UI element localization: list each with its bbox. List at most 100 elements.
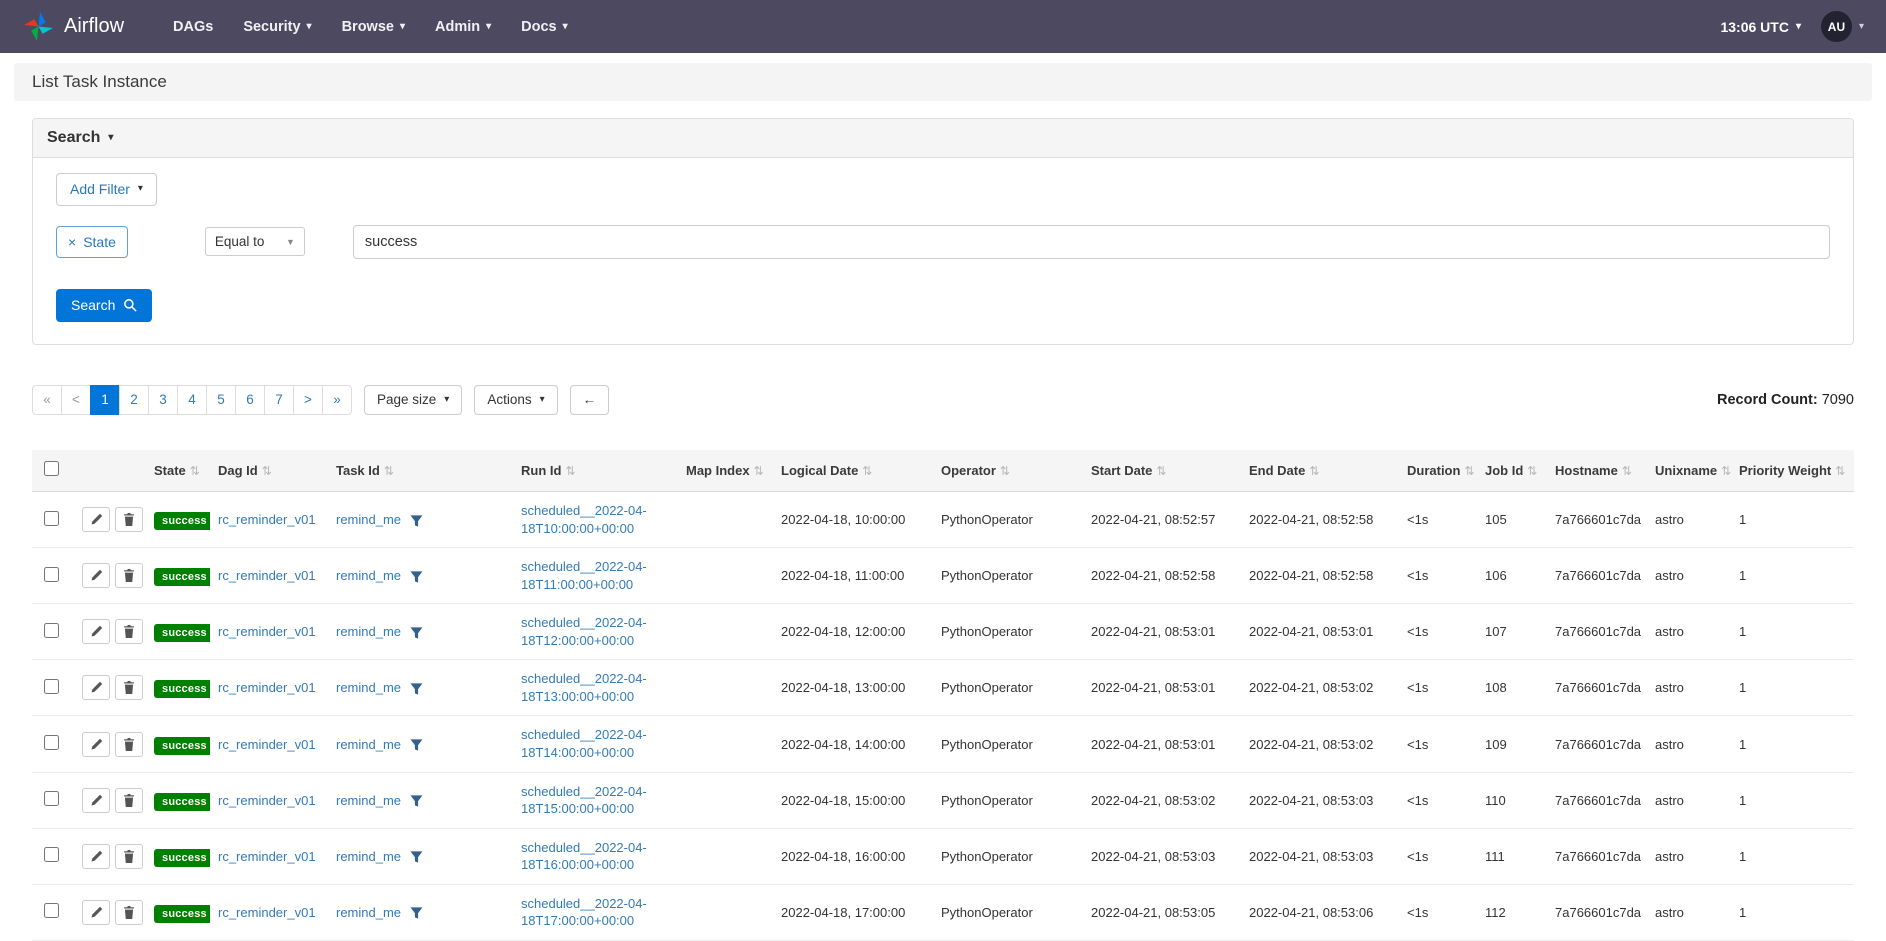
page-size-button[interactable]: Page size ▾ [364, 385, 462, 415]
task-id-link[interactable]: remind_me [336, 680, 401, 695]
edit-button[interactable] [82, 788, 110, 813]
column-header-end-date[interactable]: End Date⇅ [1241, 450, 1399, 492]
run-id-link[interactable]: scheduled__2022-04-18T13:00:00+00:00 [521, 671, 647, 704]
pagination-page-7[interactable]: 7 [264, 385, 294, 415]
navbar-item-browse[interactable]: Browse▾ [327, 19, 420, 35]
dag-id-link[interactable]: rc_reminder_v01 [218, 512, 316, 527]
filter-icon[interactable] [410, 515, 423, 527]
back-button[interactable]: ← [570, 385, 610, 415]
row-checkbox[interactable] [44, 847, 59, 862]
edit-button[interactable] [82, 844, 110, 869]
column-header-run-id[interactable]: Run Id⇅ [513, 450, 678, 492]
column-header-job-id[interactable]: Job Id⇅ [1477, 450, 1547, 492]
run-id-link[interactable]: scheduled__2022-04-18T15:00:00+00:00 [521, 784, 647, 817]
filter-icon[interactable] [410, 683, 423, 695]
column-header-task-id[interactable]: Task Id⇅ [328, 450, 513, 492]
filter-icon[interactable] [410, 907, 423, 919]
column-header-duration[interactable]: Duration⇅ [1399, 450, 1477, 492]
pagination-last[interactable]: » [322, 385, 352, 415]
edit-button[interactable] [82, 675, 110, 700]
pagination-page-3[interactable]: 3 [148, 385, 178, 415]
row-checkbox[interactable] [44, 511, 59, 526]
column-header-hostname[interactable]: Hostname⇅ [1547, 450, 1647, 492]
navbar-item-security[interactable]: Security▾ [228, 19, 326, 35]
run-id-link[interactable]: scheduled__2022-04-18T14:00:00+00:00 [521, 727, 647, 760]
delete-button[interactable] [115, 675, 143, 700]
delete-button[interactable] [115, 507, 143, 532]
task-id-link[interactable]: remind_me [336, 737, 401, 752]
dag-id-link[interactable]: rc_reminder_v01 [218, 568, 316, 583]
row-checkbox[interactable] [44, 679, 59, 694]
edit-button[interactable] [82, 507, 110, 532]
row-checkbox[interactable] [44, 623, 59, 638]
filter-icon[interactable] [410, 851, 423, 863]
filter-value-input[interactable] [353, 225, 1830, 259]
task-id-link[interactable]: remind_me [336, 905, 401, 920]
task-id-link[interactable]: remind_me [336, 624, 401, 639]
column-header-operator[interactable]: Operator⇅ [933, 450, 1083, 492]
column-header-state[interactable]: State⇅ [146, 450, 210, 492]
delete-button[interactable] [115, 563, 143, 588]
filter-icon[interactable] [410, 795, 423, 807]
delete-button[interactable] [115, 844, 143, 869]
dag-id-link[interactable]: rc_reminder_v01 [218, 680, 316, 695]
brand[interactable]: Airflow [22, 10, 124, 43]
filter-icon[interactable] [410, 739, 423, 751]
filter-icon[interactable] [410, 627, 423, 639]
task-id-link[interactable]: remind_me [336, 568, 401, 583]
task-id-link[interactable]: remind_me [336, 793, 401, 808]
column-header-dag-id[interactable]: Dag Id⇅ [210, 450, 328, 492]
row-checkbox[interactable] [44, 903, 59, 918]
edit-button[interactable] [82, 619, 110, 644]
run-id-link[interactable]: scheduled__2022-04-18T17:00:00+00:00 [521, 896, 647, 929]
filter-operator-select[interactable]: Equal to ▼ [205, 227, 305, 256]
delete-button[interactable] [115, 788, 143, 813]
row-checkbox[interactable] [44, 567, 59, 582]
remove-filter-icon[interactable]: × [68, 234, 76, 250]
column-header-map-index[interactable]: Map Index⇅ [678, 450, 773, 492]
filter-chip-state[interactable]: × State [56, 226, 128, 258]
delete-button[interactable] [115, 732, 143, 757]
pagination-page-6[interactable]: 6 [235, 385, 265, 415]
add-filter-button[interactable]: Add Filter ▾ [56, 173, 157, 206]
run-id-link[interactable]: scheduled__2022-04-18T16:00:00+00:00 [521, 840, 647, 873]
cell-hostname: 7a766601c7da [1547, 604, 1647, 660]
column-header-unixname[interactable]: Unixname⇅ [1647, 450, 1731, 492]
run-id-link[interactable]: scheduled__2022-04-18T12:00:00+00:00 [521, 615, 647, 648]
task-id-link[interactable]: remind_me [336, 849, 401, 864]
run-id-link[interactable]: scheduled__2022-04-18T10:00:00+00:00 [521, 503, 647, 536]
dag-id-link[interactable]: rc_reminder_v01 [218, 624, 316, 639]
filter-row: × State Equal to ▼ [56, 225, 1830, 259]
delete-button[interactable] [115, 619, 143, 644]
edit-button[interactable] [82, 563, 110, 588]
search-panel-heading[interactable]: Search ▾ [33, 119, 1853, 158]
dag-id-link[interactable]: rc_reminder_v01 [218, 849, 316, 864]
clock-dropdown[interactable]: 13:06 UTC ▾ [1720, 19, 1801, 35]
dag-id-link[interactable]: rc_reminder_v01 [218, 905, 316, 920]
actions-button[interactable]: Actions ▾ [474, 385, 557, 415]
pagination-next[interactable]: > [293, 385, 323, 415]
dag-id-link[interactable]: rc_reminder_v01 [218, 793, 316, 808]
search-button[interactable]: Search [56, 289, 152, 322]
navbar-item-dags[interactable]: DAGs [158, 19, 228, 35]
column-header-priority-weight[interactable]: Priority Weight⇅ [1731, 450, 1854, 492]
run-id-link[interactable]: scheduled__2022-04-18T11:00:00+00:00 [521, 559, 647, 592]
pagination-page-5[interactable]: 5 [206, 385, 236, 415]
edit-button[interactable] [82, 900, 110, 925]
filter-icon[interactable] [410, 571, 423, 583]
pagination-page-4[interactable]: 4 [177, 385, 207, 415]
column-header-start-date[interactable]: Start Date⇅ [1083, 450, 1241, 492]
pagination-page-1[interactable]: 1 [90, 385, 120, 415]
select-all-checkbox[interactable] [44, 461, 59, 476]
navbar-item-docs[interactable]: Docs▾ [506, 19, 583, 35]
row-checkbox[interactable] [44, 791, 59, 806]
navbar-item-admin[interactable]: Admin▾ [420, 19, 506, 35]
edit-button[interactable] [82, 732, 110, 757]
pagination-page-2[interactable]: 2 [119, 385, 149, 415]
row-checkbox[interactable] [44, 735, 59, 750]
delete-button[interactable] [115, 900, 143, 925]
column-header-logical-date[interactable]: Logical Date⇅ [773, 450, 933, 492]
task-id-link[interactable]: remind_me [336, 512, 401, 527]
dag-id-link[interactable]: rc_reminder_v01 [218, 737, 316, 752]
user-menu[interactable]: AU ▾ [1821, 11, 1864, 42]
